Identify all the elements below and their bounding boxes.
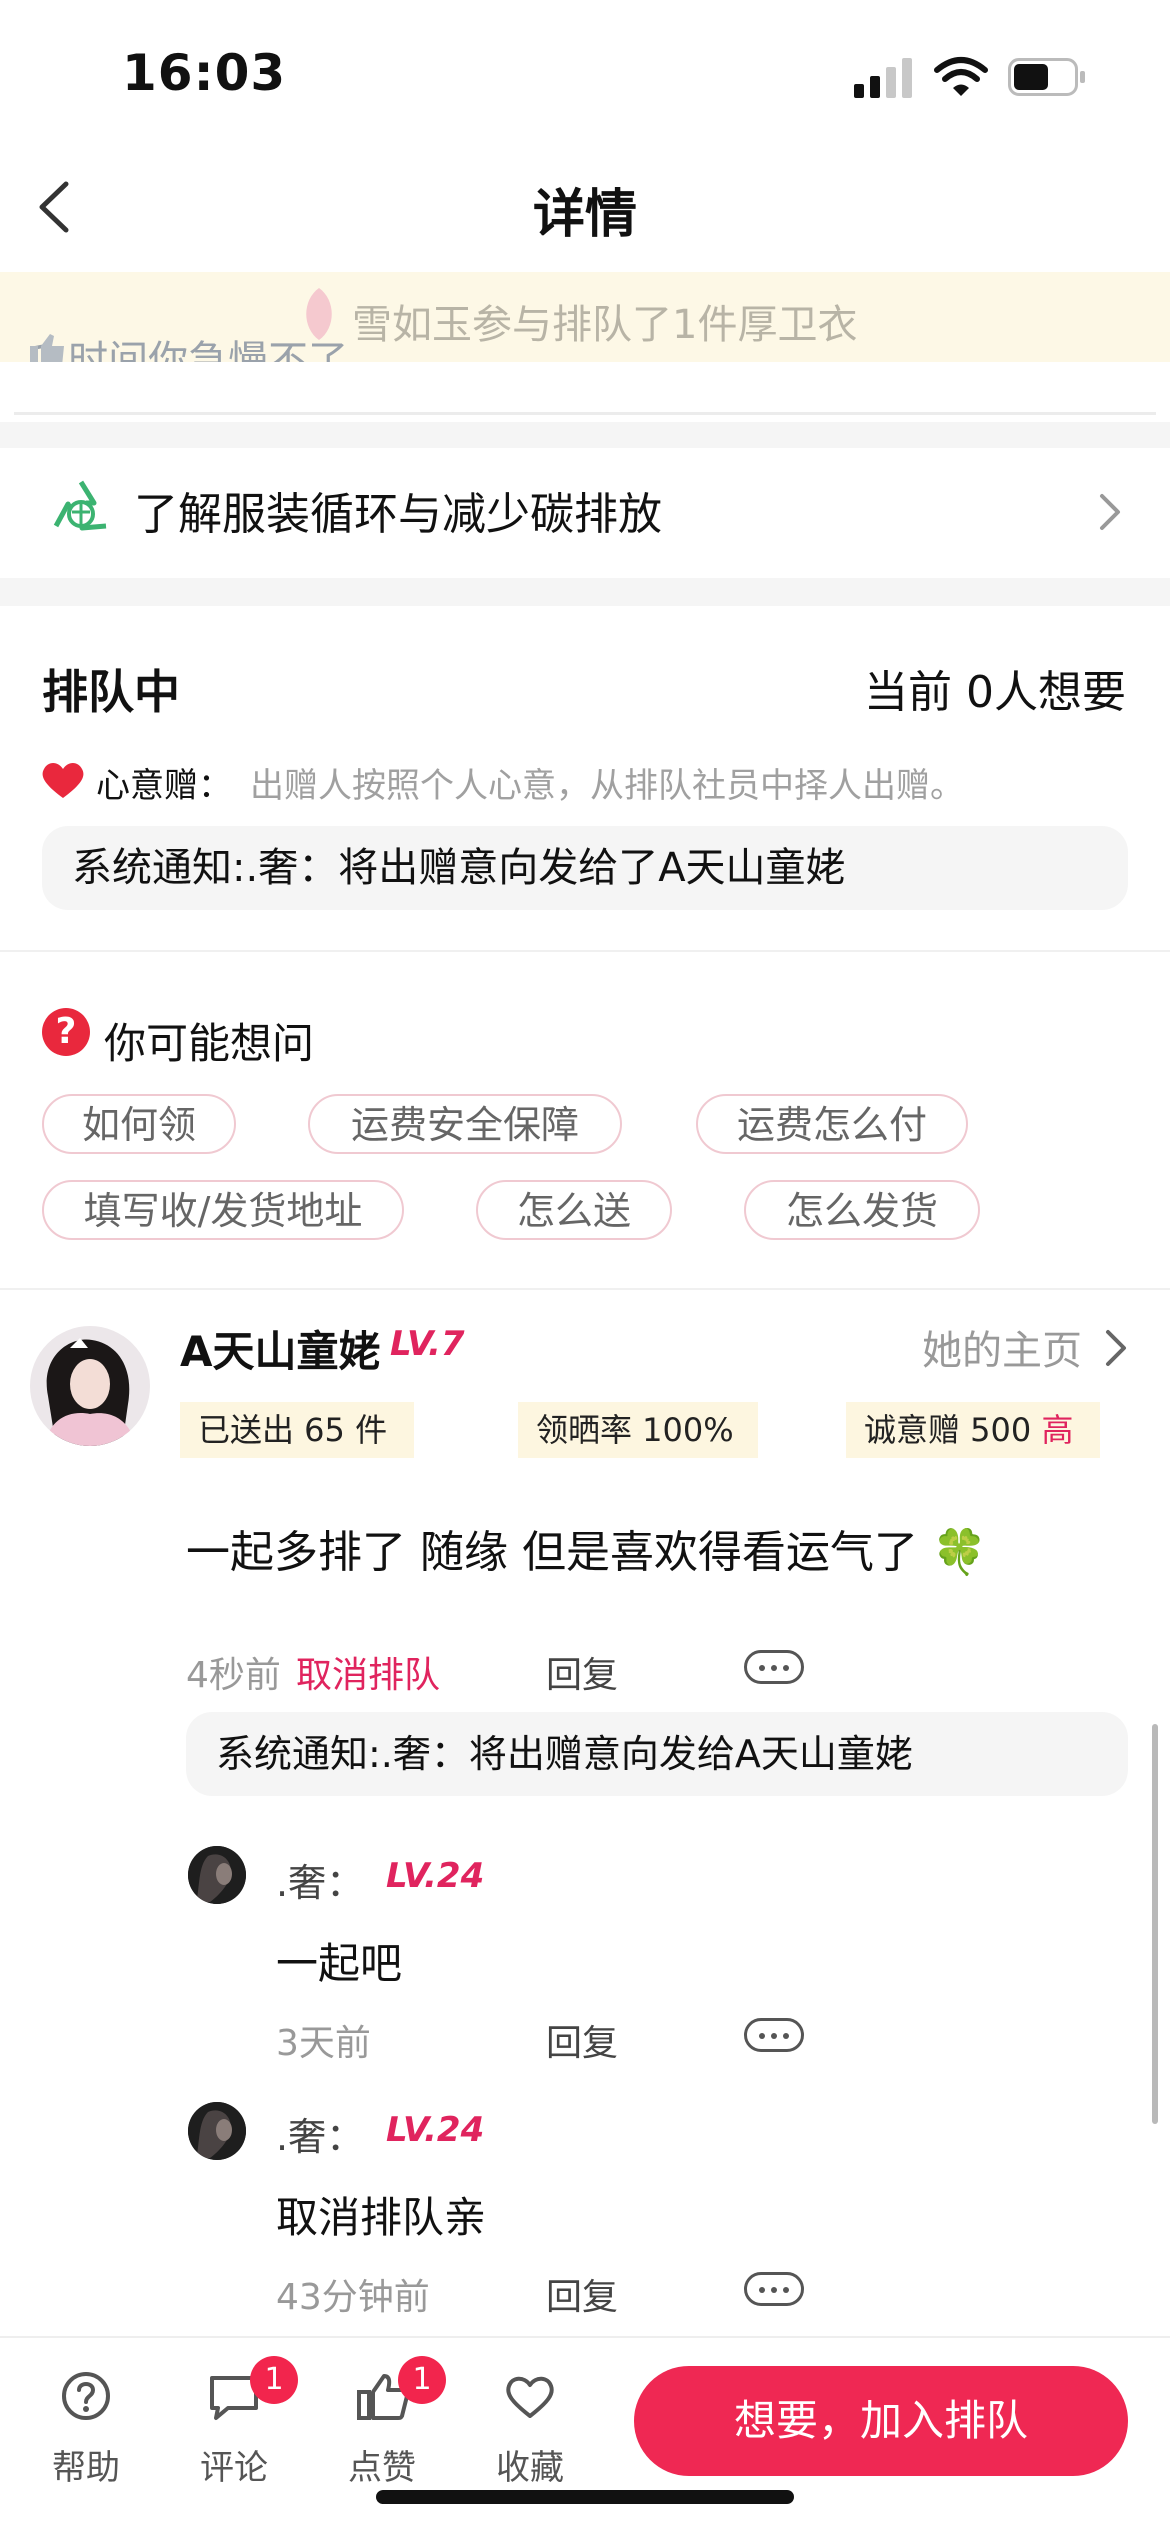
faq-chip[interactable]: 填写收/发货地址 <box>42 1180 404 1240</box>
carbon-info-label: 了解服装循环与减少碳排放 <box>134 489 662 540</box>
avatar[interactable] <box>30 1326 150 1446</box>
like-tab[interactable]: 1 点赞 <box>322 2356 446 2496</box>
faq-title: 你可能想问 <box>104 1019 315 1068</box>
reply-user-level: LV.24 <box>386 2110 485 2150</box>
system-notice: 系统通知:.奢：将出赠意向发给A天山童姥 <box>186 1712 1128 1796</box>
reply-user-name[interactable]: .奢： <box>276 2106 364 2161</box>
heart-icon <box>42 763 84 798</box>
petal-icon <box>306 288 332 340</box>
thumb-icon <box>30 334 64 362</box>
reply-user-level: LV.24 <box>386 1856 485 1896</box>
more-options-icon[interactable] <box>744 1650 804 1684</box>
reply-avatar[interactable] <box>188 1846 246 1904</box>
divider <box>14 412 1156 415</box>
reply-button[interactable]: 回复 <box>546 2268 618 2320</box>
user-level: LV.7 <box>390 1324 465 1364</box>
sincerity-badge: 诚意赠 500 高 <box>846 1402 1100 1458</box>
page-title: 详情 <box>532 185 637 245</box>
faq-chip[interactable]: 怎么送 <box>476 1180 672 1240</box>
sincerity-tag: 高 <box>1041 1411 1074 1449</box>
home-indicator <box>376 2490 794 2504</box>
section-gap <box>0 422 1170 448</box>
comment-label: 评论 <box>200 2448 268 2488</box>
sincerity-value: 诚意赠 500 <box>864 1411 1042 1449</box>
divider <box>0 950 1170 952</box>
reply-text: 取消排队亲 <box>276 2193 487 2242</box>
like-count-badge: 1 <box>398 2356 446 2404</box>
reply-time: 3天前 <box>276 2023 371 2064</box>
section-gap <box>0 578 1170 606</box>
signal-icon <box>854 58 912 98</box>
status-time: 16:03 <box>122 44 287 102</box>
question-icon: ? <box>42 1008 90 1056</box>
reply-user-name[interactable]: .奢： <box>276 1852 364 1907</box>
reply-button[interactable]: 回复 <box>546 2014 618 2066</box>
help-tab[interactable]: 帮助 <box>26 2366 146 2496</box>
reply-text: 一起吧 <box>276 1939 403 1988</box>
favorite-tab[interactable]: 收藏 <box>470 2366 590 2496</box>
faq-chip[interactable]: 如何领 <box>42 1094 236 1154</box>
more-options-icon[interactable] <box>744 2272 804 2306</box>
recycle-icon <box>53 480 107 531</box>
cancel-queue-link[interactable]: 取消排队 <box>296 1646 440 1698</box>
want-count: 当前 0人想要 <box>864 667 1126 718</box>
user-name[interactable]: A天山童姥 <box>180 1318 381 1379</box>
sent-count-badge: 已送出 65 件 <box>180 1402 414 1458</box>
battery-icon <box>1008 58 1085 96</box>
like-label: 点赞 <box>348 2448 416 2488</box>
scrollbar[interactable] <box>1152 1724 1158 2124</box>
gift-type-description: 出赠人按照个人心意，从排队社员中择人出赠。 <box>250 766 964 806</box>
ticker-text: 雪如玉参与排队了1件厚卫衣 <box>352 302 858 348</box>
help-icon <box>62 2372 110 2420</box>
activity-ticker: 1 时间你急慢不了 雪如玉参与排队了1件厚卫衣 <box>0 272 1170 362</box>
reply-time: 43分钟前 <box>276 2277 430 2318</box>
divider <box>0 1288 1170 1290</box>
join-queue-button[interactable]: 想要，加入排队 <box>634 2366 1128 2476</box>
share-rate-badge: 领晒率 100% <box>518 1402 758 1458</box>
chevron-right-icon <box>1100 494 1120 530</box>
help-label: 帮助 <box>52 2448 120 2488</box>
queue-title: 排队中 <box>42 665 180 719</box>
wifi-icon <box>934 57 988 96</box>
faq-chip[interactable]: 怎么发货 <box>744 1180 980 1240</box>
user-home-link[interactable]: 她的主页 <box>922 1318 1082 1376</box>
comment-tab[interactable]: 1 评论 <box>174 2356 298 2496</box>
favorite-label: 收藏 <box>496 2448 564 2488</box>
comment-text: 一起多排了 随缘 但是喜欢得看运气了 🍀 <box>186 1527 987 1578</box>
heart-outline-icon <box>506 2376 554 2418</box>
faq-chip[interactable]: 运费怎么付 <box>696 1094 968 1154</box>
reply-button[interactable]: 回复 <box>546 1646 618 1698</box>
chevron-right-icon[interactable] <box>1104 1326 1130 1370</box>
more-options-icon[interactable] <box>744 2018 804 2052</box>
faq-chip[interactable]: 运费安全保障 <box>308 1094 622 1154</box>
comment-count-badge: 1 <box>250 2356 298 2404</box>
reply-avatar[interactable] <box>188 2102 246 2160</box>
comment-time: 4秒前 <box>186 1655 281 1696</box>
gift-type-label: 心意赠： <box>96 766 232 806</box>
system-notice: 系统通知:.奢：将出赠意向发给了A天山童姥 <box>42 826 1128 910</box>
